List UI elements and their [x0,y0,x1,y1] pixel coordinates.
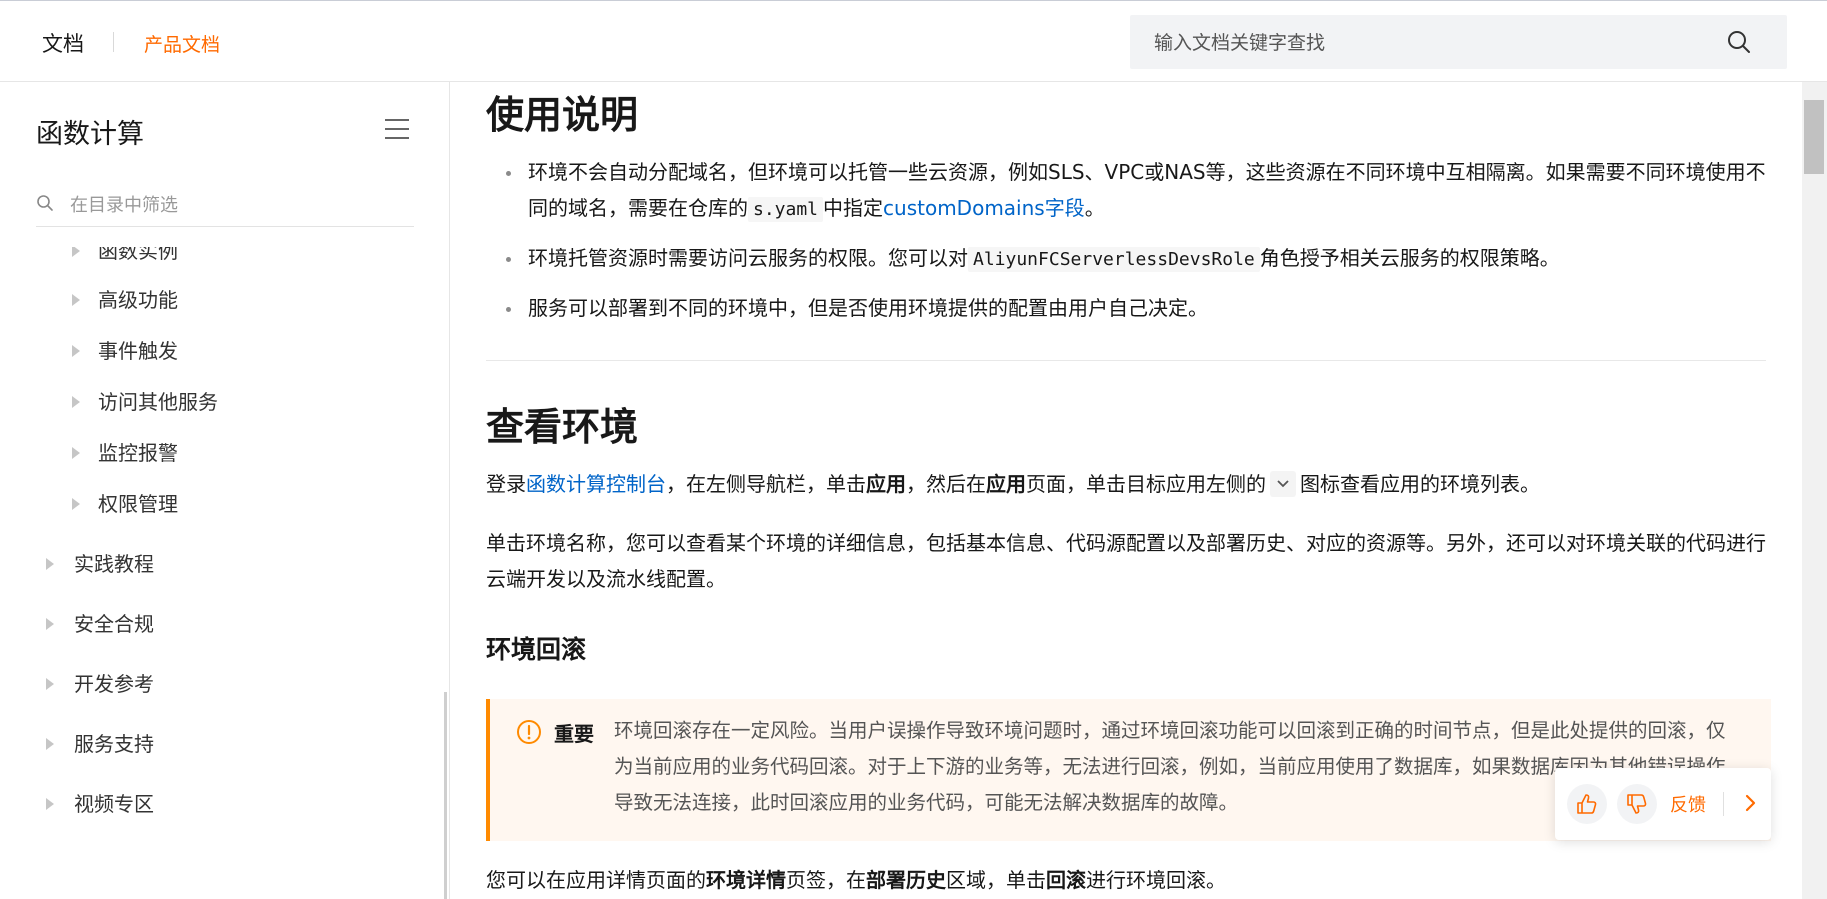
top-header: 文档 产品文档 [0,1,1827,82]
list-item: 服务可以部署到不同的环境中，但是否使用环境提供的配置由用户自己决定。 [506,290,1776,326]
usage-list: 环境不会自动分配域名，但环境可以托管一些云资源，例如SLS、VPC或NAS等，这… [506,154,1776,338]
expand-triangle-icon [46,677,54,690]
feedback-divider [1723,792,1724,816]
expand-triangle-icon [72,497,80,510]
view-env-paragraph-1: 登录函数计算控制台，在左侧导航栏，单击应用，然后在应用页面，单击目标应用左侧的图… [486,466,1768,502]
page-scrollbar-track[interactable] [1802,82,1827,899]
expand-triangle-icon [46,737,54,750]
sidebar-item-label: 实践教程 [74,552,154,576]
sidebar-item-security[interactable]: 安全合规 [46,608,154,637]
sidebar-filter-input[interactable] [68,184,412,226]
sidebar-item-function-instance[interactable]: 函数实例 [72,247,178,264]
sidebar-scrollbar[interactable] [444,692,447,899]
list-item: 环境托管资源时需要访问云服务的权限。您可以对 AliyunFCServerless… [506,240,1776,278]
sidebar-item-advanced[interactable]: 高级功能 [72,284,178,313]
expand-triangle-icon [46,617,54,630]
sidebar-title: 函数计算 [36,119,144,150]
bullet-text: 环境托管资源时需要访问云服务的权限。您可以对 [528,246,968,270]
thumbs-down-icon [1627,794,1647,814]
para-text: 进行环境回滚。 [1086,868,1226,892]
sidebar-item-support[interactable]: 服务支持 [46,728,154,757]
sidebar-item-permissions[interactable]: 权限管理 [72,488,178,517]
sidebar-item-label: 开发参考 [74,672,154,696]
sidebar-item-label: 权限管理 [98,492,178,516]
feedback-link[interactable]: 反馈 [1670,791,1706,817]
expand-triangle-icon [72,247,80,257]
expand-triangle-icon [72,446,80,459]
list-item: 环境不会自动分配域名，但环境可以托管一些云资源，例如SLS、VPC或NAS等，这… [506,154,1776,228]
sidebar-item-dev-reference[interactable]: 开发参考 [46,668,154,697]
sidebar-item-label: 监控报警 [98,441,178,465]
page-scrollbar-thumb[interactable] [1804,100,1824,174]
sidebar-item-label: 事件触发 [98,339,178,363]
para-text: 区域，单击 [946,868,1046,892]
search-input[interactable] [1152,15,1716,71]
product-docs-link[interactable]: 产品文档 [144,30,220,57]
feedback-widget: 反馈 [1555,768,1771,840]
view-env-heading: 查看环境 [486,405,639,449]
rollback-paragraph: 您可以在应用详情页面的环境详情页签，在部署历史区域，单击回滚进行环境回滚。 [486,862,1768,898]
para-text: 您可以在应用详情页面的 [486,868,706,892]
search-box [1130,15,1787,71]
bullet-text: 服务可以部署到不同的环境中，但是否使用环境提供的配置由用户自己决定。 [528,296,1208,320]
sidebar-item-access-services[interactable]: 访问其他服务 [72,386,218,415]
bullet-text: 角色授予相关云服务的权限策略。 [1259,246,1560,270]
inline-code: AliyunFCServerlessDevsRole [968,247,1260,272]
sidebar-item-videos[interactable]: 视频专区 [46,788,154,817]
search-icon[interactable] [1726,29,1752,55]
sidebar-item-label: 高级功能 [98,288,178,312]
para-text: ，然后在 [906,472,986,496]
thumbs-down-button[interactable] [1617,784,1657,824]
custom-domains-link[interactable]: customDomains字段 [883,196,1085,220]
para-text: 页签，在 [786,868,866,892]
bold-text: 应用 [986,472,1026,496]
warning-circle-icon [517,720,541,744]
chevron-down-icon [1270,470,1296,497]
bullet-text: 中指定 [823,196,884,220]
fc-console-link[interactable]: 函数计算控制台 [526,472,666,496]
header-divider [113,32,114,52]
bold-text: 回滚 [1046,868,1086,892]
inline-code: s.yaml [748,197,824,222]
thumbs-up-button[interactable] [1567,784,1607,824]
filter-search-icon [37,195,53,211]
sidebar-filter [36,184,414,227]
sidebar-item-label: 函数实例 [98,247,178,263]
sidebar-item-label: 访问其他服务 [98,390,218,414]
para-text: 页面，单击目标应用左侧的 [1026,472,1266,496]
expand-triangle-icon [72,293,80,306]
bold-text: 部署历史 [866,868,946,892]
sidebar: 函数计算 函数实例 高级功能 事件触发 访问其他服务 监控报警 权限管理 实践教… [0,82,450,899]
sidebar-item-label: 服务支持 [74,732,154,756]
sidebar-item-tutorials[interactable]: 实践教程 [46,548,154,577]
sidebar-item-event-trigger[interactable]: 事件触发 [72,335,178,364]
bold-text: 应用 [866,472,906,496]
para-text: 图标查看应用的环境列表。 [1300,472,1540,496]
expand-triangle-icon [72,395,80,408]
bullet-text: 。 [1084,196,1105,220]
notice-label: 重要 [554,722,594,746]
expand-triangle-icon [72,344,80,357]
docs-brand-link[interactable]: 文档 [42,28,84,58]
thumbs-up-icon [1577,794,1597,814]
sidebar-nav: 函数实例 高级功能 事件触发 访问其他服务 监控报警 权限管理 实践教程 安全合… [0,247,449,899]
sidebar-item-label: 视频专区 [74,792,154,816]
bullet-text: 环境不会自动分配域名，但环境可以托管一些云资源，例如SLS、VPC或NAS等，这… [528,160,1766,220]
sidebar-item-label: 安全合规 [74,612,154,636]
usage-heading: 使用说明 [486,93,639,137]
rollback-heading: 环境回滚 [486,635,587,664]
expand-triangle-icon [46,797,54,810]
expand-triangle-icon [46,557,54,570]
chevron-right-icon[interactable] [1737,790,1763,816]
para-text: ，在左侧导航栏，单击 [666,472,866,496]
menu-icon[interactable] [383,117,411,141]
bold-text: 环境详情 [706,868,786,892]
view-env-paragraph-2: 单击环境名称，您可以查看某个环境的详细信息，包括基本信息、代码源配置以及部署历史… [486,531,1766,591]
para-text: 登录 [486,472,526,496]
section-divider [486,360,1766,361]
sidebar-item-monitoring[interactable]: 监控报警 [72,437,178,466]
